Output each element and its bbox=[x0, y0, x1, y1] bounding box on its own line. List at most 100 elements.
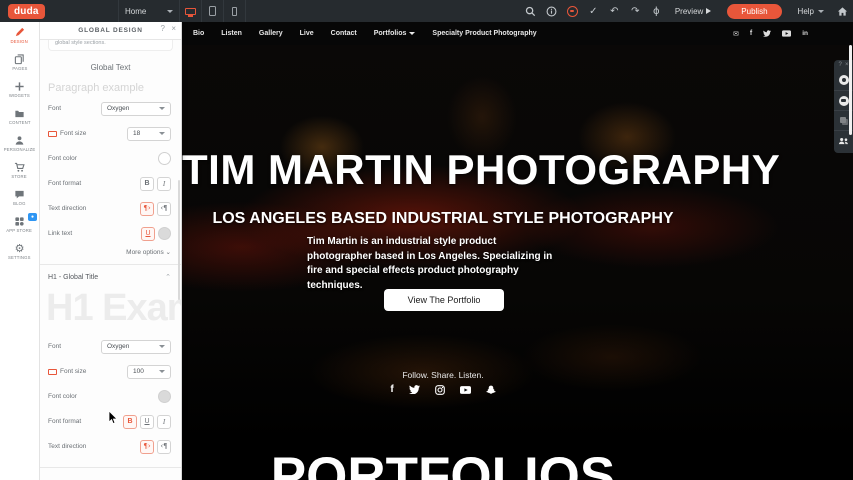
sidebar-item-personalize[interactable]: PERSONALIZE bbox=[0, 130, 39, 157]
dashboard-home-button[interactable] bbox=[832, 0, 853, 22]
preview-button[interactable]: Preview bbox=[667, 7, 719, 16]
linkedin-icon[interactable]: in bbox=[802, 30, 808, 37]
youtube-icon[interactable] bbox=[782, 30, 791, 37]
cart-icon bbox=[14, 162, 25, 173]
twitter-icon[interactable] bbox=[409, 384, 420, 395]
ltr-icon: ¶› bbox=[143, 205, 150, 212]
site-scrollbar[interactable] bbox=[849, 45, 852, 135]
h1-italic-button[interactable]: I bbox=[157, 415, 171, 429]
nav-item-live[interactable]: Live bbox=[300, 30, 314, 37]
sidebar-item-app-store[interactable]: ● APP STORE bbox=[0, 211, 39, 238]
account-button[interactable] bbox=[562, 0, 583, 22]
chevron-down-icon bbox=[409, 32, 415, 35]
hero-subtitle[interactable]: LOS ANGELES BASED INDUSTRIAL STYLE PHOTO… bbox=[182, 210, 704, 228]
responsive-device-icon bbox=[48, 369, 57, 375]
sidebar-item-store[interactable]: STORE bbox=[0, 157, 39, 184]
h1-font-size-select[interactable]: 100 bbox=[127, 365, 171, 379]
responsive-device-icon bbox=[48, 131, 57, 137]
font-color-swatch[interactable] bbox=[158, 152, 171, 165]
editor-topbar: duda Home ✓ ↶ ↷ ɸ Preview P bbox=[0, 0, 853, 22]
more-options-link[interactable]: More options ⌄ bbox=[40, 248, 181, 256]
sidebar-item-widgets[interactable]: WIDGETS bbox=[0, 76, 39, 103]
facebook-icon[interactable]: f bbox=[750, 30, 752, 37]
dev-mode-button[interactable]: ɸ bbox=[646, 0, 667, 22]
sidebar-item-blog[interactable]: BLOG bbox=[0, 184, 39, 211]
nav-item-gallery[interactable]: Gallery bbox=[259, 30, 283, 37]
layers-icon bbox=[839, 116, 849, 126]
sidebar-item-settings[interactable]: ⚙ SETTINGS bbox=[0, 238, 39, 265]
chevron-down-icon bbox=[159, 345, 165, 348]
nav-item-bio[interactable]: Bio bbox=[193, 30, 204, 37]
info-icon bbox=[546, 6, 557, 17]
panel-close-button[interactable]: × bbox=[171, 25, 176, 33]
panel-header: GLOBAL DESIGN ? × bbox=[40, 22, 181, 40]
font-size-select[interactable]: 18 bbox=[127, 127, 171, 141]
link-underline-button[interactable]: U bbox=[141, 227, 155, 241]
camera-icon bbox=[839, 75, 849, 85]
instagram-icon[interactable] bbox=[435, 384, 445, 395]
search-button[interactable] bbox=[520, 0, 541, 22]
undo-button[interactable]: ↶ bbox=[604, 0, 625, 22]
nav-item-portfolios[interactable]: Portfolios bbox=[374, 30, 416, 37]
mobile-icon bbox=[232, 7, 237, 16]
person-icon bbox=[14, 135, 25, 146]
hero-title[interactable]: TIM MARTIN PHOTOGRAPHY bbox=[182, 146, 704, 194]
nav-item-contact[interactable]: Contact bbox=[331, 30, 357, 37]
h1-ltr-direction-button[interactable]: ¶› bbox=[140, 440, 154, 454]
site-canvas[interactable]: Bio Listen Gallery Live Contact Portfoli… bbox=[182, 22, 853, 480]
tools-help-button[interactable]: ? bbox=[839, 62, 842, 68]
site-nav-social: ✉ f in bbox=[733, 30, 853, 38]
twitter-icon[interactable] bbox=[763, 30, 771, 37]
tools-close-button[interactable]: × bbox=[845, 62, 849, 68]
panel-help-button[interactable]: ? bbox=[161, 25, 165, 33]
link-text-row: Link text U bbox=[40, 221, 181, 246]
info-button[interactable] bbox=[541, 0, 562, 22]
panel-body: global style sections. Global Text Parag… bbox=[40, 40, 181, 480]
font-select[interactable]: Oxygen bbox=[101, 102, 171, 116]
h1-font-select[interactable]: Oxygen bbox=[101, 340, 171, 354]
hero-paragraph[interactable]: Tim Martin is an industrial style produc… bbox=[307, 235, 563, 293]
youtube-icon[interactable] bbox=[460, 384, 471, 395]
sidebar-item-pages[interactable]: PAGES bbox=[0, 49, 39, 76]
panel-description-clipped: global style sections. bbox=[48, 40, 173, 51]
snapchat-icon[interactable] bbox=[486, 384, 496, 395]
publish-button[interactable]: Publish bbox=[727, 4, 781, 19]
panel-scrollbar[interactable] bbox=[178, 180, 181, 300]
mobile-view-button[interactable] bbox=[224, 0, 246, 22]
page-selector-label: Home bbox=[125, 7, 146, 16]
page-selector-dropdown[interactable]: Home bbox=[118, 0, 180, 22]
chevron-down-icon bbox=[159, 107, 165, 110]
bold-button[interactable]: B bbox=[140, 177, 154, 191]
facebook-icon[interactable]: f bbox=[390, 384, 393, 395]
h1-rtl-direction-button[interactable]: ‹¶ bbox=[157, 440, 171, 454]
comment-icon bbox=[839, 96, 849, 106]
nav-item-listen[interactable]: Listen bbox=[221, 30, 242, 37]
link-color-swatch[interactable] bbox=[158, 227, 171, 240]
email-icon[interactable]: ✉ bbox=[733, 30, 739, 38]
check-icon: ✓ bbox=[589, 6, 597, 17]
h1-bold-button[interactable]: B bbox=[123, 415, 137, 429]
nav-item-specialty[interactable]: Specialty Product Photography bbox=[432, 30, 536, 37]
h1-font-color-swatch[interactable] bbox=[158, 390, 171, 403]
portfolios-heading[interactable]: PORTFOLIOS bbox=[182, 446, 704, 480]
save-status-button[interactable]: ✓ bbox=[583, 0, 604, 22]
ltr-icon: ¶› bbox=[143, 443, 150, 450]
h1-section-header[interactable]: H1 - Global Title ⌃ bbox=[40, 265, 181, 281]
tablet-view-button[interactable] bbox=[202, 0, 224, 22]
sidebar-item-design[interactable]: DESIGN bbox=[0, 22, 39, 49]
ltr-direction-button[interactable]: ¶› bbox=[140, 202, 154, 216]
view-portfolio-button[interactable]: View The Portfolio bbox=[384, 289, 504, 311]
rtl-direction-button[interactable]: ‹¶ bbox=[157, 202, 171, 216]
desktop-icon bbox=[185, 8, 196, 15]
duda-logo[interactable]: duda bbox=[8, 4, 45, 19]
redo-button[interactable]: ↷ bbox=[625, 0, 646, 22]
desktop-view-button[interactable] bbox=[180, 0, 202, 22]
device-switcher bbox=[180, 0, 246, 22]
sidebar-item-content[interactable]: CONTENT bbox=[0, 103, 39, 130]
help-dropdown[interactable]: Help bbox=[790, 7, 832, 16]
follow-text[interactable]: Follow. Share. Listen. bbox=[182, 370, 704, 380]
h1-font-format-row: Font format B U I bbox=[40, 409, 181, 434]
italic-button[interactable]: I bbox=[157, 177, 171, 191]
h1-underline-button[interactable]: U bbox=[140, 415, 154, 429]
chevron-down-icon: ⌄ bbox=[166, 248, 171, 256]
